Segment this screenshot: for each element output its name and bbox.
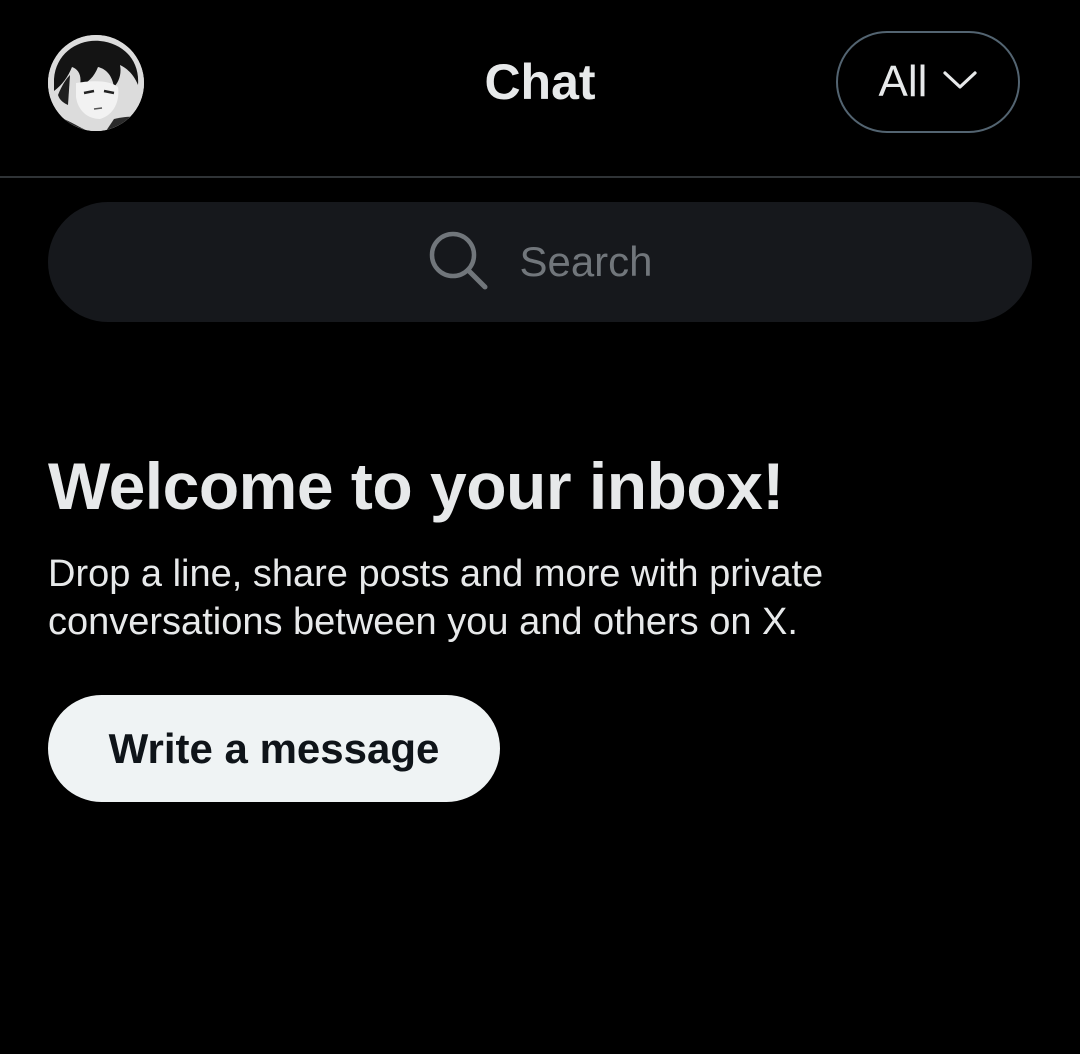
filter-dropdown-label: All [878,57,928,106]
empty-state-title: Welcome to your inbox! [48,449,784,523]
top-bar: Chat All [0,0,1080,178]
write-message-button[interactable]: Write a message [48,695,500,802]
search-placeholder: Search [519,238,653,285]
empty-state-description: Drop a line, share posts and more with p… [48,553,824,643]
chevron-down-icon [943,70,978,95]
filter-dropdown-button[interactable]: All [836,31,1020,133]
search-icon [427,229,489,296]
user-avatar[interactable] [48,35,144,131]
search-input[interactable]: Search [48,202,1032,322]
avatar-illustration-icon [48,35,144,131]
